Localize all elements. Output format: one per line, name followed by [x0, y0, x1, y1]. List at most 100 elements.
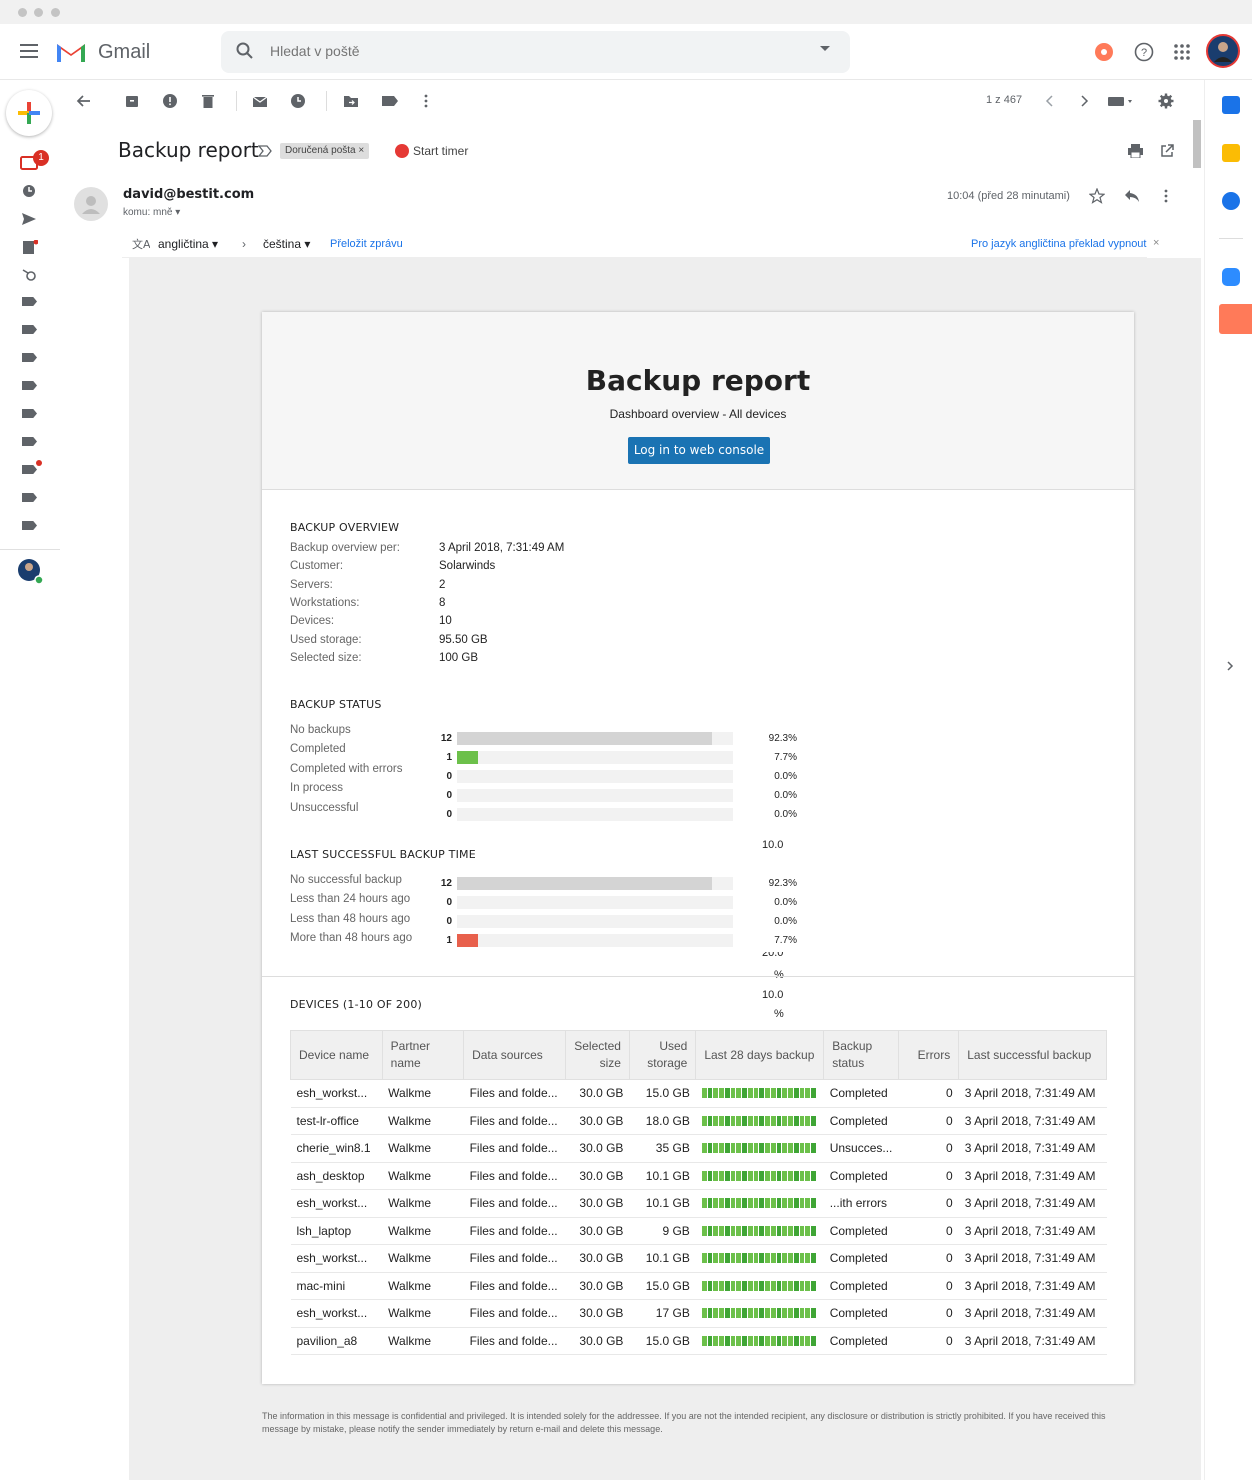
snooze-icon[interactable] [290, 93, 306, 109]
label-icon[interactable] [22, 325, 37, 334]
window-zoom-dot[interactable] [51, 8, 60, 17]
scrollbar-thumb[interactable] [1193, 120, 1201, 168]
star-icon[interactable] [1089, 188, 1105, 204]
sent-icon[interactable] [20, 212, 38, 226]
recipient-details[interactable]: komu: mně ▾ [123, 207, 180, 218]
label-icon[interactable] [22, 465, 37, 474]
dismiss-translate-icon[interactable]: × [1153, 237, 1159, 249]
label-icon[interactable] [22, 381, 37, 390]
history-day-segment [770, 1143, 776, 1154]
apps-grid-icon[interactable] [1170, 40, 1194, 64]
hangouts-avatar[interactable] [17, 558, 43, 584]
print-icon[interactable] [1128, 144, 1143, 158]
help-icon[interactable]: ? [1132, 40, 1156, 64]
overview-label: Backup overview per: [290, 542, 400, 554]
back-arrow-icon[interactable] [76, 93, 92, 109]
hubspot-rail-icon[interactable] [20, 268, 38, 282]
zoom-icon[interactable] [1222, 268, 1240, 286]
window-minimize-dot[interactable] [34, 8, 43, 17]
table-row[interactable]: pavilion_a8 Walkme Files and folde... 30.0 … [290, 1327, 1107, 1355]
calendar-icon[interactable] [1222, 96, 1240, 114]
label-icon[interactable] [22, 437, 37, 446]
table-row[interactable]: lsh_laptop Walkme Files and folde... 30.0 G… [290, 1217, 1107, 1245]
drafts-icon[interactable] [20, 240, 38, 254]
table-cell: Completed [823, 1272, 899, 1300]
gmail-logo-icon[interactable] [55, 40, 87, 64]
table-row[interactable]: esh_workst... Walkme Files and folde... 30.… [290, 1079, 1107, 1108]
table-row[interactable]: test-lr-office Walkme Files and folde... 30… [290, 1107, 1107, 1135]
history-day-segment [782, 1170, 788, 1181]
overview-value: 8 [439, 597, 446, 609]
source-language-select[interactable]: angličtina ▾ [158, 237, 218, 251]
tasks-icon[interactable] [1222, 192, 1240, 210]
table-cell: 30.0 GB [565, 1189, 630, 1218]
history-day-segment [805, 1088, 811, 1099]
start-timer-button[interactable]: Start timer [395, 143, 468, 159]
more-vert-icon[interactable] [418, 93, 434, 109]
table-row[interactable]: esh_workst... Walkme Files and folde... 30.… [290, 1244, 1107, 1273]
mark-unread-icon[interactable] [252, 93, 268, 109]
search-options-icon[interactable] [820, 46, 830, 51]
label-icon[interactable] [22, 297, 37, 306]
translate-message-link[interactable]: Přeložit zprávu [330, 238, 403, 250]
settings-gear-icon[interactable] [1158, 93, 1174, 109]
hubspot-sprocket-icon[interactable] [1092, 40, 1116, 64]
web-console-button[interactable]: Log in to web console [628, 437, 770, 464]
label-icon[interactable] [382, 96, 398, 106]
table-row[interactable]: ash_desktop Walkme Files and folde... 30.0 … [290, 1162, 1107, 1190]
message-more-icon[interactable] [1161, 188, 1171, 204]
snoozed-icon[interactable] [20, 184, 38, 198]
sender-address[interactable]: david@bestit.com [123, 187, 254, 202]
table-row[interactable]: esh_workst... Walkme Files and folde... 30.… [290, 1299, 1107, 1328]
window-close-dot[interactable] [18, 8, 27, 17]
sender-avatar[interactable] [74, 187, 108, 221]
search-icon[interactable] [236, 42, 254, 60]
table-cell: Completed [823, 1244, 899, 1273]
stray-text: 20.0 [762, 952, 784, 958]
column-header[interactable]: Device name [290, 1030, 383, 1080]
delete-icon[interactable] [200, 93, 216, 109]
bar-fill [457, 877, 712, 890]
label-icon[interactable] [22, 353, 37, 362]
column-header[interactable]: Errors [897, 1030, 960, 1080]
label-icon[interactable] [22, 409, 37, 418]
target-language-select[interactable]: čeština ▾ [263, 237, 310, 251]
column-header[interactable]: Last 28 days backup [695, 1030, 825, 1080]
importance-marker-icon[interactable] [258, 145, 272, 157]
overview-value: 10 [439, 615, 452, 627]
archive-icon[interactable] [124, 93, 140, 109]
table-row[interactable]: cherie_win8.1 Walkme Files and folde... 30.… [290, 1134, 1107, 1163]
turn-off-translation-link[interactable]: Pro jazyk angličtina překlad vypnout [971, 238, 1146, 250]
inbox-label-chip[interactable]: Doručená pošta × [280, 143, 370, 159]
hubspot-icon[interactable] [1219, 304, 1252, 334]
backup-history-chart [695, 1272, 824, 1300]
history-day-segment [811, 1308, 816, 1319]
move-to-icon[interactable] [343, 93, 359, 109]
table-row[interactable]: esh_workst... Walkme Files and folde... 30.… [290, 1189, 1107, 1218]
account-avatar[interactable] [1206, 34, 1240, 68]
label-icon[interactable] [22, 521, 37, 530]
backup-history-chart [695, 1327, 824, 1355]
newer-chevron-icon[interactable] [1042, 93, 1058, 109]
column-header[interactable]: Used storage [628, 1030, 697, 1080]
column-header[interactable]: Last successful backup [958, 1030, 1107, 1080]
table-row[interactable]: mac-mini Walkme Files and folde... 30.0 GB 1… [290, 1272, 1107, 1300]
devices-table: Device name Partner name Data sources Se… [290, 1030, 1107, 1355]
main-menu-icon[interactable] [20, 44, 38, 58]
column-header[interactable]: Backup status [823, 1030, 899, 1080]
reply-icon[interactable] [1124, 189, 1140, 203]
compose-button[interactable] [6, 90, 52, 136]
column-header[interactable]: Selected size [564, 1030, 630, 1080]
older-chevron-icon[interactable] [1076, 93, 1092, 109]
history-day-segment [799, 1280, 805, 1291]
report-spam-icon[interactable] [162, 93, 178, 109]
input-tools-icon[interactable] [1108, 93, 1138, 109]
history-day-segment [701, 1280, 707, 1291]
open-new-window-icon[interactable] [1160, 144, 1174, 158]
keep-icon[interactable] [1222, 144, 1240, 162]
column-header[interactable]: Partner name [381, 1030, 465, 1080]
label-icon[interactable] [22, 493, 37, 502]
search-input[interactable] [270, 43, 770, 59]
expand-panel-chevron-icon[interactable] [1225, 660, 1235, 672]
column-header[interactable]: Data sources [463, 1030, 566, 1080]
